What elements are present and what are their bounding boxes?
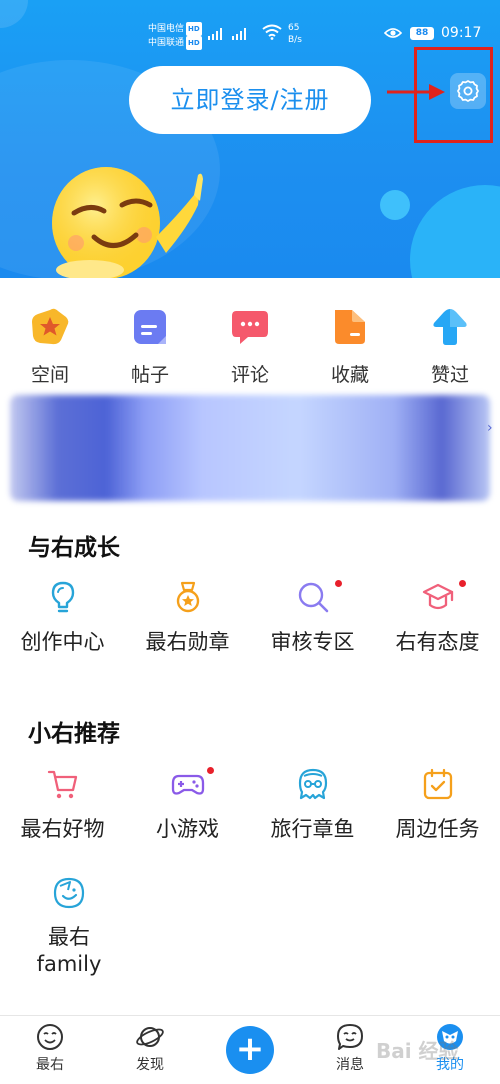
grid-item-travel-octopus[interactable]: 旅行章鱼 — [252, 767, 374, 843]
gamepad-icon — [171, 774, 204, 795]
medal-icon — [176, 581, 199, 613]
hd-badge: HD — [186, 22, 202, 36]
profile-header: 中国电信 HD 中国联通 HD 65 B/s 88 09:17 立即登录/注册 — [0, 0, 500, 278]
promo-banner[interactable] — [10, 395, 490, 501]
lightbulb-icon — [51, 581, 74, 613]
planet-icon — [136, 1027, 164, 1047]
quick-item-posts[interactable]: 帖子 — [100, 307, 200, 387]
header-decoration — [410, 185, 500, 278]
nav-label: 发现 — [136, 1057, 164, 1073]
grid-item-creator-center[interactable]: 创作中心 — [2, 580, 124, 656]
mascot-illustration — [52, 167, 203, 278]
signal-icon — [208, 26, 246, 40]
quick-label: 空间 — [30, 364, 69, 386]
carrier-info: 中国电信 HD 中国联通 HD — [148, 22, 202, 50]
notification-dot — [458, 580, 466, 587]
quick-item-comments[interactable]: 评论 — [200, 307, 300, 387]
nav-item-home[interactable]: 最右 — [0, 1016, 100, 1084]
comment-icon — [232, 311, 268, 344]
grid-item-family[interactable]: 最右 family — [8, 876, 130, 978]
battery-indicator: 88 — [410, 27, 434, 40]
shopping-cart-icon — [47, 770, 77, 799]
quick-label: 赞过 — [430, 364, 469, 386]
grid-item-good-stuff[interactable]: 最右好物 — [2, 767, 124, 843]
grid-label: 小游戏 — [156, 817, 219, 841]
grid-item-attitude[interactable]: 右有态度 — [377, 580, 499, 656]
watermark: Bai 经验 — [376, 1039, 459, 1063]
graduation-cap-icon — [422, 583, 453, 610]
family-label-line2: family — [36, 952, 102, 976]
nav-item-discover[interactable]: 发现 — [100, 1016, 200, 1084]
eye-icon — [384, 28, 402, 38]
grid-label: 最右好物 — [20, 817, 105, 841]
family-label-line1: 最右 — [48, 925, 90, 949]
clock: 09:17 — [441, 25, 482, 41]
family-label: 最右 family — [8, 924, 130, 978]
grid-label: 最右勋章 — [145, 630, 230, 654]
header-decoration — [380, 190, 410, 220]
carrier-1: 中国电信 — [148, 24, 185, 34]
family-face-icon — [53, 877, 85, 909]
hd-badge: HD — [186, 36, 202, 50]
message-icon — [337, 1024, 363, 1050]
quick-actions-row: 空间 帖子 评论 收藏 赞过 — [0, 307, 500, 387]
section-title-recommend: 小右推荐 — [28, 721, 120, 747]
network-speed: 65 B/s — [288, 22, 302, 46]
carrier-2: 中国联通 — [148, 38, 185, 48]
notification-dot — [206, 767, 214, 774]
banner-next-icon[interactable]: › — [487, 420, 493, 436]
wifi-icon — [262, 24, 282, 40]
grid-item-medals[interactable]: 最右勋章 — [127, 580, 249, 656]
grid-label: 旅行章鱼 — [270, 817, 355, 841]
quick-item-liked[interactable]: 赞过 — [400, 307, 500, 387]
grid-item-mini-games[interactable]: 小游戏 — [127, 767, 249, 843]
grid-label: 周边任务 — [395, 817, 480, 841]
octopus-icon — [298, 768, 327, 800]
grid-label: 右有态度 — [395, 630, 480, 654]
home-face-icon — [37, 1024, 63, 1050]
section-title-growth: 与右成长 — [28, 535, 120, 561]
speed-unit: B/s — [288, 35, 302, 45]
grid-item-review-zone[interactable]: 审核专区 — [252, 580, 374, 656]
grid-item-peripheral-tasks[interactable]: 周边任务 — [377, 767, 499, 843]
space-icon — [32, 308, 69, 345]
speed-value: 65 — [288, 23, 300, 33]
favorite-icon — [335, 310, 365, 344]
quick-item-space[interactable]: 空间 — [0, 307, 100, 387]
calendar-check-icon — [423, 768, 452, 800]
gear-icon — [457, 80, 479, 102]
quick-label: 收藏 — [330, 364, 369, 386]
recommend-grid: 最右好物 小游戏 旅行章鱼 周边任务 — [0, 767, 500, 843]
plus-icon: + — [226, 1026, 274, 1074]
nav-label: 最右 — [36, 1057, 64, 1073]
quick-item-favorites[interactable]: 收藏 — [300, 307, 400, 387]
quick-label: 帖子 — [130, 364, 169, 386]
grid-label: 创作中心 — [20, 630, 105, 654]
quick-label: 评论 — [230, 364, 269, 386]
notification-dot — [334, 580, 342, 587]
settings-button[interactable] — [450, 73, 486, 109]
post-icon — [134, 310, 166, 344]
like-icon — [433, 309, 467, 345]
grid-label: 审核专区 — [270, 630, 355, 654]
search-icon — [298, 582, 328, 613]
login-register-button[interactable]: 立即登录/注册 — [129, 66, 371, 134]
nav-item-publish[interactable]: + — [200, 1016, 300, 1084]
growth-grid: 创作中心 最右勋章 审核专区 右有态度 — [0, 580, 500, 656]
